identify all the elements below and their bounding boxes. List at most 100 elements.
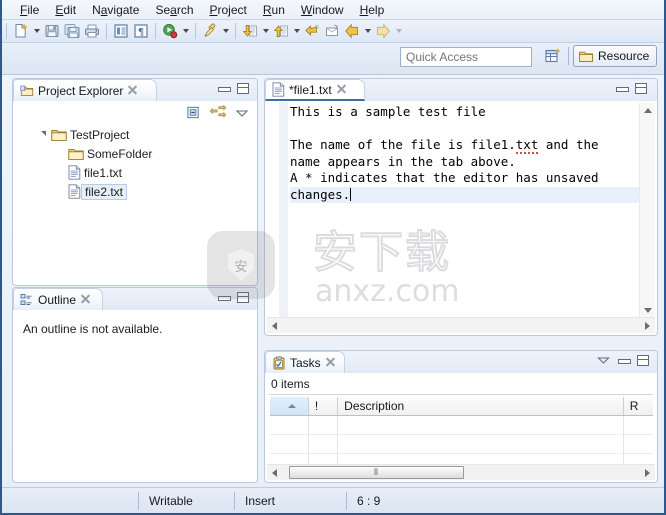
tasks-divider: [269, 394, 653, 395]
new-wizard-icon[interactable]: [11, 22, 31, 41]
toolbar-separator: [106, 23, 107, 39]
text-file-icon: [272, 82, 285, 97]
tree-row[interactable]: file1.txt: [13, 163, 256, 182]
editor-text[interactable]: This is a sample test file The name of t…: [290, 104, 639, 319]
scroll-left-icon[interactable]: [267, 318, 282, 333]
minimize-icon[interactable]: [616, 84, 629, 93]
tab-tasks-label: Tasks: [290, 355, 321, 370]
pin-editor-icon[interactable]: [322, 22, 342, 41]
editor-vertical-scrollbar[interactable]: [639, 103, 655, 318]
new-java-annotation-icon[interactable]: [200, 22, 220, 41]
collapse-all-icon[interactable]: [186, 105, 201, 120]
link-with-editor-icon[interactable]: [210, 105, 226, 120]
editor-line-5: A * indicates that the editor has unsave…: [290, 170, 599, 185]
sort-ascending-icon: [287, 404, 296, 408]
run-dropdown-icon[interactable]: [180, 22, 191, 41]
editor-line-4: name appears in the tab above.: [290, 153, 516, 169]
menu-run[interactable]: Run: [255, 1, 293, 19]
toolbar-separator: [155, 23, 156, 39]
scroll-down-icon[interactable]: [640, 303, 656, 318]
menu-search[interactable]: Search: [147, 1, 201, 19]
eclipse-window: File Edit Navigate Search Project Run Wi…: [0, 0, 666, 515]
tree-row[interactable]: TestProject: [13, 125, 256, 144]
svg-text:¶: ¶: [138, 27, 144, 38]
editor-horizontal-scrollbar[interactable]: [267, 317, 655, 333]
menu-file-rest: ile: [27, 2, 40, 17]
previous-annotation-dropdown-icon[interactable]: [291, 22, 302, 41]
save-all-icon[interactable]: [62, 22, 82, 41]
scroll-right-icon[interactable]: [640, 465, 655, 480]
menu-project[interactable]: Project: [202, 1, 255, 19]
editor-line-2: [290, 121, 298, 136]
editor-annotation-ruler[interactable]: [266, 102, 279, 319]
tasks-horizontal-scrollbar[interactable]: ⦀: [267, 464, 655, 480]
back-icon[interactable]: [342, 22, 362, 41]
menu-project-rest: roject: [217, 2, 247, 17]
menu-help-mnemonic: H: [359, 2, 369, 17]
minimize-icon[interactable]: [218, 293, 231, 302]
back-dropdown-icon[interactable]: [362, 22, 373, 41]
expand-twisty-icon[interactable]: [35, 125, 51, 144]
project-tree[interactable]: TestProject SomeFolder file1.txt file2.t…: [13, 125, 256, 284]
previous-annotation-icon[interactable]: [271, 22, 291, 41]
toggle-block-selection-icon[interactable]: [111, 22, 131, 41]
scroll-thumb-grip-icon: ⦀: [374, 467, 379, 477]
new-java-annotation-dropdown-icon[interactable]: [220, 22, 231, 41]
tab-project-explorer-label: Project Explorer: [38, 83, 124, 98]
run-icon[interactable]: [160, 22, 180, 41]
scroll-right-icon[interactable]: [640, 318, 655, 333]
scroll-up-icon[interactable]: [640, 103, 656, 118]
print-icon[interactable]: [82, 22, 102, 41]
menu-help[interactable]: Help: [352, 1, 393, 19]
quick-access-input[interactable]: [400, 47, 532, 67]
open-perspective-icon[interactable]: [542, 45, 564, 67]
forward-dropdown-icon[interactable]: [393, 22, 404, 41]
menu-search-mnemonic: a: [170, 2, 177, 17]
next-annotation-dropdown-icon[interactable]: [260, 22, 271, 41]
tab-outline[interactable]: Outline: [13, 288, 103, 310]
view-menu-icon[interactable]: [235, 108, 249, 118]
tab-tasks[interactable]: Tasks: [265, 351, 345, 373]
close-icon[interactable]: [127, 85, 138, 96]
maximize-icon[interactable]: [237, 83, 249, 94]
perspective-resource-button[interactable]: Resource: [573, 45, 658, 67]
view-menu-icon[interactable]: [597, 356, 610, 365]
menu-file[interactable]: File: [12, 1, 47, 19]
minimize-icon[interactable]: [618, 356, 631, 365]
tree-item-label: SomeFolder: [87, 146, 153, 161]
show-whitespace-icon[interactable]: ¶: [131, 22, 151, 41]
tree-row[interactable]: file2.txt: [13, 182, 256, 201]
close-icon[interactable]: [325, 357, 336, 368]
tasks-column-sort[interactable]: [270, 397, 309, 415]
tasks-scroll-thumb[interactable]: ⦀: [289, 466, 464, 479]
new-wizard-dropdown-icon[interactable]: [31, 22, 42, 41]
tasks-table[interactable]: ! Description R: [270, 397, 653, 464]
menu-navigate[interactable]: Navigate: [84, 1, 147, 19]
forward-icon[interactable]: [373, 22, 393, 41]
close-icon[interactable]: [80, 294, 91, 305]
next-annotation-icon[interactable]: [240, 22, 260, 41]
close-icon[interactable]: [336, 84, 347, 95]
last-edit-location-icon[interactable]: [302, 22, 322, 41]
outline-view: Outline An outline is not available.: [12, 287, 258, 483]
tree-row[interactable]: SomeFolder: [13, 144, 256, 163]
minimize-icon[interactable]: [218, 84, 231, 93]
tree-item-label: file2.txt: [81, 183, 128, 200]
maximize-icon[interactable]: [237, 292, 249, 303]
maximize-icon[interactable]: [635, 83, 647, 94]
tasks-column-description[interactable]: Description: [338, 397, 624, 415]
project-explorer-icon: [20, 84, 34, 98]
tab-file1-txt[interactable]: *file1.txt: [265, 79, 365, 101]
editor-body[interactable]: This is a sample test file The name of t…: [266, 102, 656, 334]
maximize-icon[interactable]: [637, 355, 649, 366]
editor-line-3: The name of the file is file1.txt and th…: [290, 137, 599, 154]
save-icon[interactable]: [42, 22, 62, 41]
tasks-column-resource[interactable]: R: [623, 397, 653, 415]
menu-window[interactable]: Window: [293, 1, 352, 19]
status-insert-mode: Insert: [234, 491, 346, 510]
editor-folding-column[interactable]: [279, 102, 288, 319]
tab-project-explorer[interactable]: Project Explorer: [13, 79, 157, 101]
scroll-left-icon[interactable]: [267, 465, 282, 480]
tasks-column-priority[interactable]: !: [308, 397, 339, 415]
menu-edit[interactable]: Edit: [47, 1, 84, 19]
